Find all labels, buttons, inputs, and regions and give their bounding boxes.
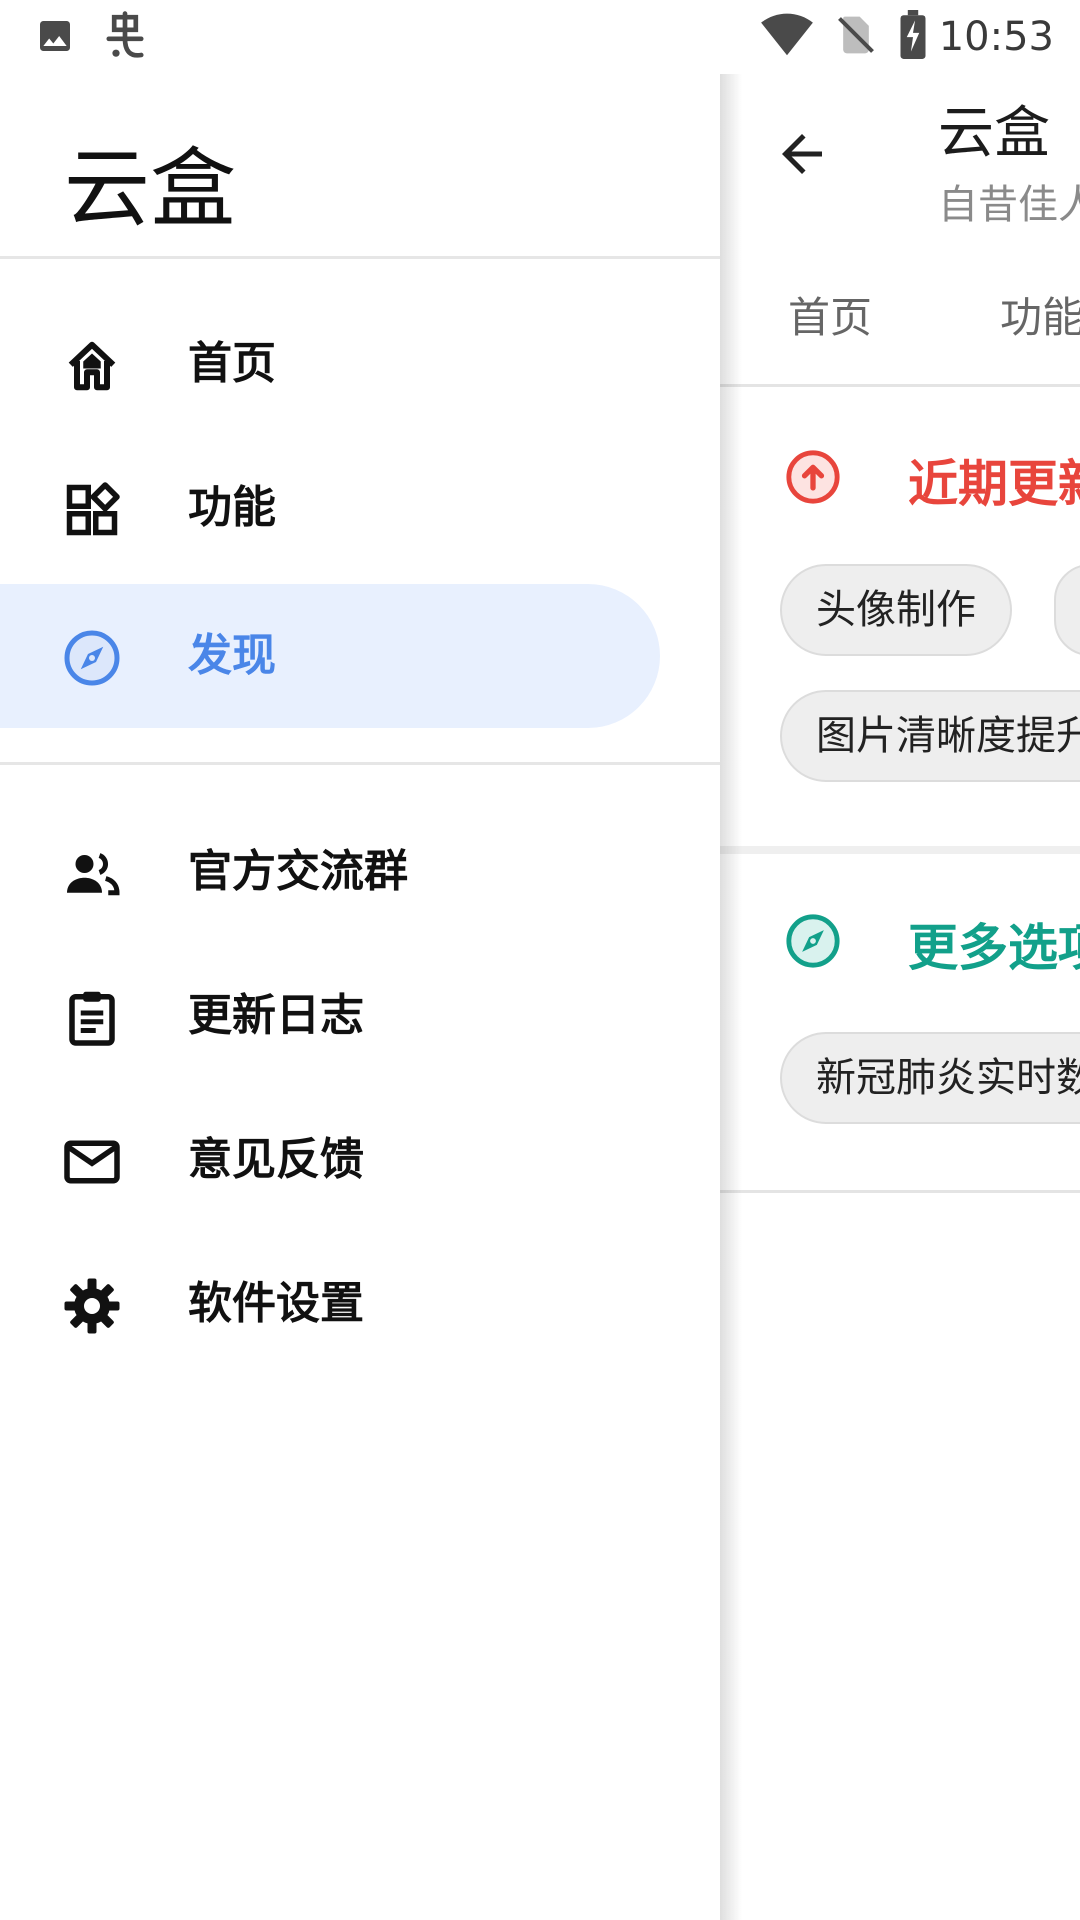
tabs-divider [720,384,1080,387]
battery-charging-icon [898,10,928,64]
chip-covid-data[interactable]: 新冠肺炎实时数据 [780,1032,1080,1124]
nav-item-discover[interactable]: 发现 [0,584,660,728]
arrow-up-circle-icon [784,448,842,506]
nav-label-home: 首页 [188,338,276,389]
drawer-header-divider [0,256,720,259]
nav-item-official-group[interactable]: 官方交流群 [0,800,660,944]
wifi-icon [760,12,814,62]
nav-item-feedback[interactable]: 意见反馈 [0,1088,660,1232]
home-icon [62,336,122,396]
chip-image-enhance[interactable]: 图片清晰度提升 [780,690,1080,782]
group-icon [62,844,122,904]
nav-label-feedback: 意见反馈 [188,1134,364,1185]
app-title: 云盒 [938,101,1050,166]
section-recent-updates-title: 近期更新 [908,455,1080,513]
drawer-title: 云盒 [64,139,236,239]
compass-icon [784,912,842,970]
mail-icon [62,1132,122,1192]
nav-item-changelog[interactable]: 更新日志 [0,944,660,1088]
nav-item-home[interactable]: 首页 [0,292,660,436]
content-end-divider [720,1190,1080,1193]
main-page: 云盒 自昔佳人 首页 功能 近期更新 头像制作 图片清晰度提升 更多选项 新冠肺… [720,74,1080,1920]
compass-icon [62,628,122,688]
nav-label-features: 功能 [188,482,276,533]
no-sim-icon [834,12,878,62]
nav-label-discover: 发现 [188,630,276,681]
nav-item-features[interactable]: 功能 [0,436,660,580]
tab-features[interactable]: 功能 [1000,284,1080,345]
tab-home[interactable]: 首页 [788,284,872,345]
drawer-section-divider [0,762,720,765]
app-subtitle: 自昔佳人 [938,182,1080,228]
nav-label-changelog: 更新日志 [188,990,364,1041]
chip-next[interactable] [1054,564,1080,656]
nav-label-official-group: 官方交流群 [188,846,408,897]
section-more-options-title: 更多选项 [908,919,1080,977]
drawer-shadow [720,74,742,1920]
back-arrow-icon[interactable] [772,124,832,184]
nav-item-settings[interactable]: 软件设置 [0,1232,660,1376]
bug-icon [98,10,152,68]
gear-icon [62,1276,122,1336]
screen: 10:53 云盒 自昔佳人 首页 功能 近期更新 头像制作 图片清晰度提升 [0,0,1080,1920]
status-time: 10:53 [938,14,1054,60]
status-bar: 10:53 [0,0,1080,74]
navigation-drawer: 云盒 首页 功能 发现 官方交流群 更新日志 意见反馈 软件设置 [0,74,720,1920]
chip-avatar-maker[interactable]: 头像制作 [780,564,1012,656]
nav-label-settings: 软件设置 [188,1278,364,1329]
clipboard-icon [62,988,122,1048]
apps-icon [62,480,122,540]
image-icon [34,16,76,60]
section-divider [720,846,1080,854]
